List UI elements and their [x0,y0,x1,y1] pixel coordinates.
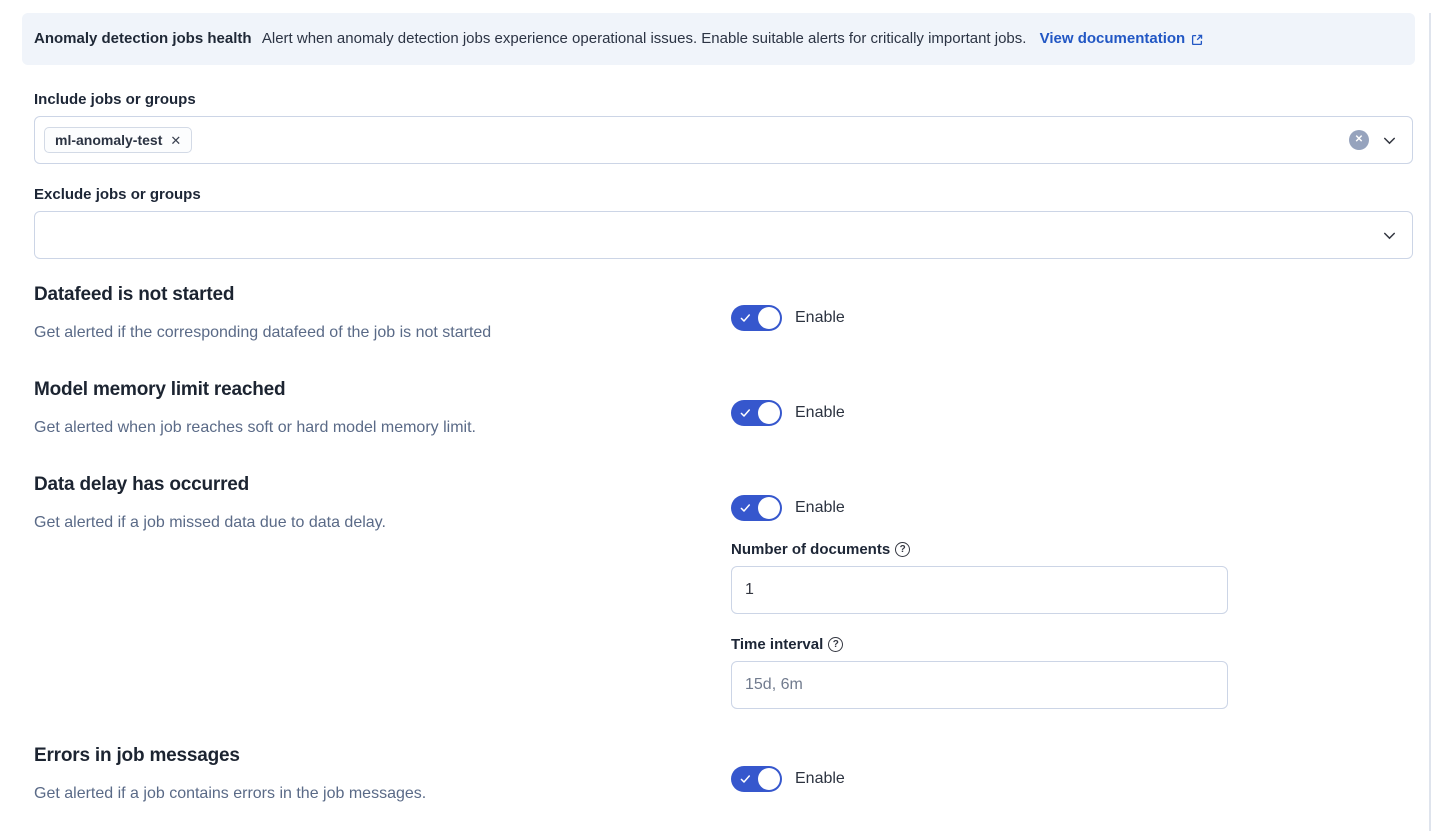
section-model-memory-limit: Model memory limit reached Get alerted w… [34,378,1413,438]
section-description: Get alerted if a job contains errors in … [34,783,731,804]
help-icon[interactable]: ? [828,637,843,652]
toggle-label: Enable [795,499,845,517]
check-icon [739,312,752,324]
rule-params-form: Include jobs or groups ml-anomaly-test ✕… [0,91,1437,804]
job-errors-enable-toggle[interactable] [731,766,782,792]
exclude-jobs-label: Exclude jobs or groups [34,186,1413,203]
section-data-delay: Data delay has occurred Get alerted if a… [34,473,1413,709]
selected-job-badge-label: ml-anomaly-test [55,132,162,148]
toggle-thumb [758,768,780,790]
section-description: Get alerted if the corresponding datafee… [34,322,731,343]
toggle-label: Enable [795,770,845,788]
chevron-down-icon[interactable] [1381,227,1398,244]
number-of-documents-label: Number of documents [731,541,890,558]
time-interval-label-row: Time interval ? [731,636,1228,653]
section-errors-in-job-messages: Errors in job messages Get alerted if a … [34,744,1413,804]
combobox-controls: ✕ [1349,130,1398,150]
check-icon [739,407,752,419]
callout-banner: Anomaly detection jobs health Alert when… [22,13,1415,65]
toggle-label: Enable [795,309,845,327]
help-icon[interactable]: ? [895,542,910,557]
time-interval-input[interactable] [731,661,1228,709]
data-delay-enable-toggle[interactable] [731,495,782,521]
number-of-documents-input[interactable] [731,566,1228,614]
section-title: Data delay has occurred [34,473,731,496]
include-jobs-combobox[interactable]: ml-anomaly-test ✕ ✕ [34,116,1413,164]
model-memory-enable-toggle[interactable] [731,400,782,426]
section-datafeed-not-started: Datafeed is not started Get alerted if t… [34,283,1413,343]
toggle-thumb [758,307,780,329]
remove-badge-icon[interactable]: ✕ [170,134,181,147]
view-documentation-label: View documentation [1040,29,1186,49]
view-documentation-link[interactable]: View documentation [1040,29,1205,49]
toggle-thumb [758,402,780,424]
banner-description: Alert when anomaly detection jobs experi… [262,30,1027,47]
check-icon [739,773,752,785]
toggle-thumb [758,497,780,519]
time-interval-label: Time interval [731,636,823,653]
selected-job-badge: ml-anomaly-test ✕ [44,127,192,153]
section-title: Model memory limit reached [34,378,731,401]
number-of-documents-label-row: Number of documents ? [731,541,1228,558]
section-description: Get alerted if a job missed data due to … [34,512,731,533]
section-description: Get alerted when job reaches soft or har… [34,417,731,438]
section-title: Errors in job messages [34,744,731,767]
include-jobs-label: Include jobs or groups [34,91,1413,108]
panel-right-border [1429,13,1431,831]
combobox-controls [1381,227,1398,244]
chevron-down-icon[interactable] [1381,132,1398,149]
external-link-icon [1190,33,1204,47]
exclude-jobs-combobox[interactable] [34,211,1413,259]
banner-title: Anomaly detection jobs health [34,30,252,47]
section-title: Datafeed is not started [34,283,731,306]
toggle-label: Enable [795,404,845,422]
clear-selection-icon[interactable]: ✕ [1349,130,1369,150]
datafeed-enable-toggle[interactable] [731,305,782,331]
check-icon [739,502,752,514]
